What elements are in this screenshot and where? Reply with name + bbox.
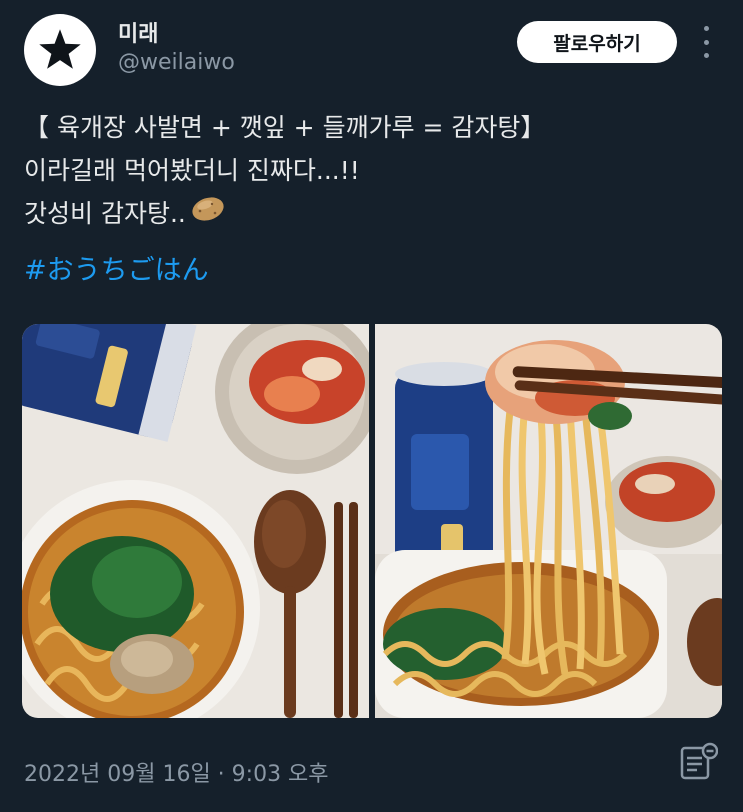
tweet-timestamp[interactable]: 2022년 09월 16일 · 9:03 오후	[24, 756, 329, 788]
tweet-line: 【 육개장 사발면 + 깻잎 + 들깨가루 = 감자탕】	[24, 113, 546, 142]
avatar[interactable]	[24, 14, 96, 86]
user-handle[interactable]: @weilaiwo	[118, 50, 235, 75]
hashtag-link[interactable]: #おうちごはん	[24, 248, 209, 287]
tweet-line-text: 갓성비 감자탕..	[24, 199, 186, 228]
tweet-line: 갓성비 감자탕..	[24, 192, 724, 237]
follow-button[interactable]: 팔로우하기	[517, 21, 677, 63]
ramen-top-view-photo[interactable]	[22, 324, 369, 718]
black-star-icon	[39, 29, 81, 69]
media-grid	[22, 324, 722, 718]
display-name[interactable]: 미래	[118, 16, 158, 48]
potato-emoji	[190, 194, 226, 237]
tweet-line: 이라길래 먹어봤더니 진짜다...!!	[24, 156, 360, 185]
tweet-text: 【 육개장 사발면 + 깻잎 + 들깨가루 = 감자탕】 이라길래 먹어봤더니 …	[24, 106, 724, 237]
views-icon[interactable]	[678, 742, 719, 782]
more-vertical-icon[interactable]	[694, 26, 718, 58]
noodles-chopsticks-photo[interactable]	[375, 324, 722, 718]
